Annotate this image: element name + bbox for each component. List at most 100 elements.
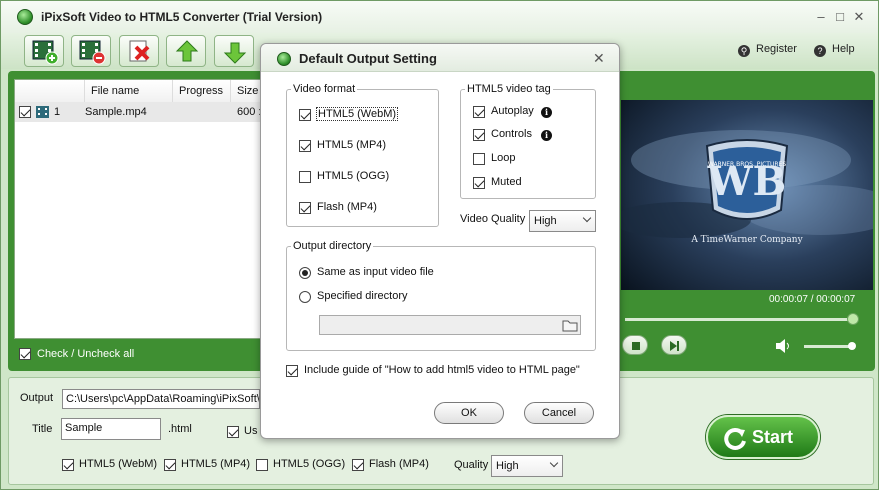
video-frame-image: WB WARNER BROS. PICTURES A TimeWarner Co…	[621, 100, 873, 290]
app-logo-icon	[17, 9, 33, 25]
minimize-icon[interactable]: –	[813, 9, 829, 25]
dialog-title-bar: Default Output Setting ✕	[261, 44, 619, 72]
title-bar: iPixSoft Video to HTML5 Converter (Trial…	[1, 1, 878, 33]
specified-directory-label: Specified directory	[317, 290, 408, 302]
loop-label: Loop	[491, 152, 516, 164]
same-as-input-radio[interactable]	[299, 267, 311, 279]
default-output-setting-dialog: Default Output Setting ✕ Video format HT…	[260, 43, 620, 439]
autoplay-label: Autoplay	[491, 105, 534, 117]
output-directory-group: Output directory Same as input video fil…	[286, 240, 596, 351]
loop-checkbox[interactable]	[473, 153, 485, 165]
check-all-label: Check / Uncheck all	[37, 348, 135, 360]
row-filename: Sample.mp4	[85, 106, 147, 118]
include-guide-checkbox[interactable]	[286, 365, 298, 377]
dialog-app-icon	[277, 52, 291, 66]
autoplay-info-icon[interactable]: i	[541, 107, 552, 118]
dialog-title: Default Output Setting	[299, 51, 437, 66]
remove-video-button[interactable]	[71, 35, 111, 67]
maximize-icon[interactable]: □	[832, 9, 848, 25]
column-header-progress[interactable]: Progress	[173, 80, 231, 102]
mp4-label: HTML5 (MP4)	[317, 139, 387, 151]
video-format-legend: Video format	[291, 83, 358, 95]
ok-button[interactable]: OK	[434, 402, 504, 424]
chevron-down-icon	[549, 458, 559, 468]
move-down-button[interactable]	[214, 35, 254, 67]
check-all-checkbox[interactable]	[19, 348, 31, 360]
same-as-input-label: Same as input video file	[317, 266, 434, 278]
webm-label: HTML5 (WebM)	[315, 107, 399, 121]
title-label: Title	[32, 423, 53, 435]
ogg-label: HTML5 (OGG)	[317, 170, 390, 182]
move-up-icon	[175, 40, 199, 62]
flash-checkbox[interactable]	[299, 202, 311, 214]
column-header-filename[interactable]: File name	[85, 80, 173, 102]
seek-bar[interactable]	[625, 318, 853, 321]
help-link[interactable]: ? Help	[814, 43, 855, 57]
window-title: iPixSoft Video to HTML5 Converter (Trial…	[41, 10, 323, 24]
format-ogg-checkbox[interactable]	[256, 459, 268, 471]
html5-tag-legend: HTML5 video tag	[465, 83, 553, 95]
quality-label: Quality	[454, 459, 489, 471]
quality-select-value: High	[496, 460, 519, 472]
row-size: 600 :	[237, 106, 262, 118]
stop-button[interactable]	[622, 335, 648, 355]
dialog-close-icon[interactable]: ✕	[593, 50, 605, 67]
video-quality-label: Video Quality	[460, 213, 526, 225]
table-row[interactable]: 1 Sample.mp4 600 :	[15, 102, 263, 122]
row-checkbox[interactable]	[19, 106, 31, 118]
chevron-down-icon	[582, 213, 592, 223]
add-video-icon	[32, 40, 59, 65]
clear-list-button[interactable]	[119, 35, 159, 67]
controls-label: Controls	[491, 128, 532, 140]
webm-checkbox[interactable]	[299, 109, 311, 121]
next-button[interactable]	[661, 335, 687, 355]
quality-select[interactable]: High	[491, 455, 563, 477]
volume-slider[interactable]	[804, 345, 852, 348]
preview-panel: WB WARNER BROS. PICTURES A TimeWarner Co…	[613, 71, 875, 371]
volume-icon[interactable]	[775, 338, 791, 354]
specified-directory-radio[interactable]	[299, 291, 311, 303]
output-path-field[interactable]: C:\Users\pc\AppData\Roaming\iPixSoft\V	[62, 389, 260, 409]
column-header-check	[15, 80, 85, 102]
directory-path-field	[319, 315, 581, 335]
wb-logo-arc-text: WARNER BROS. PICTURES	[708, 161, 786, 168]
remove-video-icon	[79, 40, 106, 65]
extension-label: .html	[168, 423, 192, 435]
playback-time: 00:00:07 / 00:00:07	[769, 294, 856, 305]
volume-knob[interactable]	[848, 342, 856, 350]
use-checkbox[interactable]	[227, 426, 239, 438]
format-flash-checkbox[interactable]	[352, 459, 364, 471]
ogg-checkbox[interactable]	[299, 171, 311, 183]
controls-info-icon[interactable]: i	[541, 130, 552, 141]
move-up-button[interactable]	[166, 35, 206, 67]
cancel-button[interactable]: Cancel	[524, 402, 594, 424]
muted-checkbox[interactable]	[473, 177, 485, 189]
mp4-checkbox[interactable]	[299, 140, 311, 152]
start-button[interactable]: Start	[706, 415, 820, 459]
html5-video-tag-group: HTML5 video tag Autoplay i Controls i Lo…	[460, 83, 596, 199]
muted-label: Muted	[491, 176, 522, 188]
video-quality-value: High	[534, 215, 557, 227]
add-video-button[interactable]	[24, 35, 64, 67]
output-directory-legend: Output directory	[291, 240, 374, 252]
format-flash-label: Flash (MP4)	[369, 458, 429, 470]
register-label: Register	[756, 43, 797, 55]
controls-checkbox[interactable]	[473, 129, 485, 141]
autoplay-checkbox[interactable]	[473, 106, 485, 118]
seek-knob[interactable]	[847, 313, 859, 325]
move-down-icon	[223, 42, 247, 64]
video-quality-select[interactable]: High	[529, 210, 596, 232]
browse-folder-button[interactable]	[561, 317, 579, 333]
file-list: File name Progress Size 1 Sample.mp4 600…	[14, 79, 265, 339]
help-label: Help	[832, 43, 855, 55]
format-ogg-label: HTML5 (OGG)	[273, 458, 346, 470]
title-input[interactable]: Sample	[61, 418, 161, 440]
use-label: Us	[244, 425, 258, 437]
format-mp4-checkbox[interactable]	[164, 459, 176, 471]
register-link[interactable]: ⚲ Register	[738, 43, 797, 57]
video-caption: A TimeWarner Company	[690, 235, 803, 245]
file-list-panel: File name Progress Size 1 Sample.mp4 600…	[8, 71, 268, 371]
skip-forward-icon	[670, 341, 679, 351]
format-webm-checkbox[interactable]	[62, 459, 74, 471]
close-icon[interactable]: ✕	[851, 9, 867, 25]
